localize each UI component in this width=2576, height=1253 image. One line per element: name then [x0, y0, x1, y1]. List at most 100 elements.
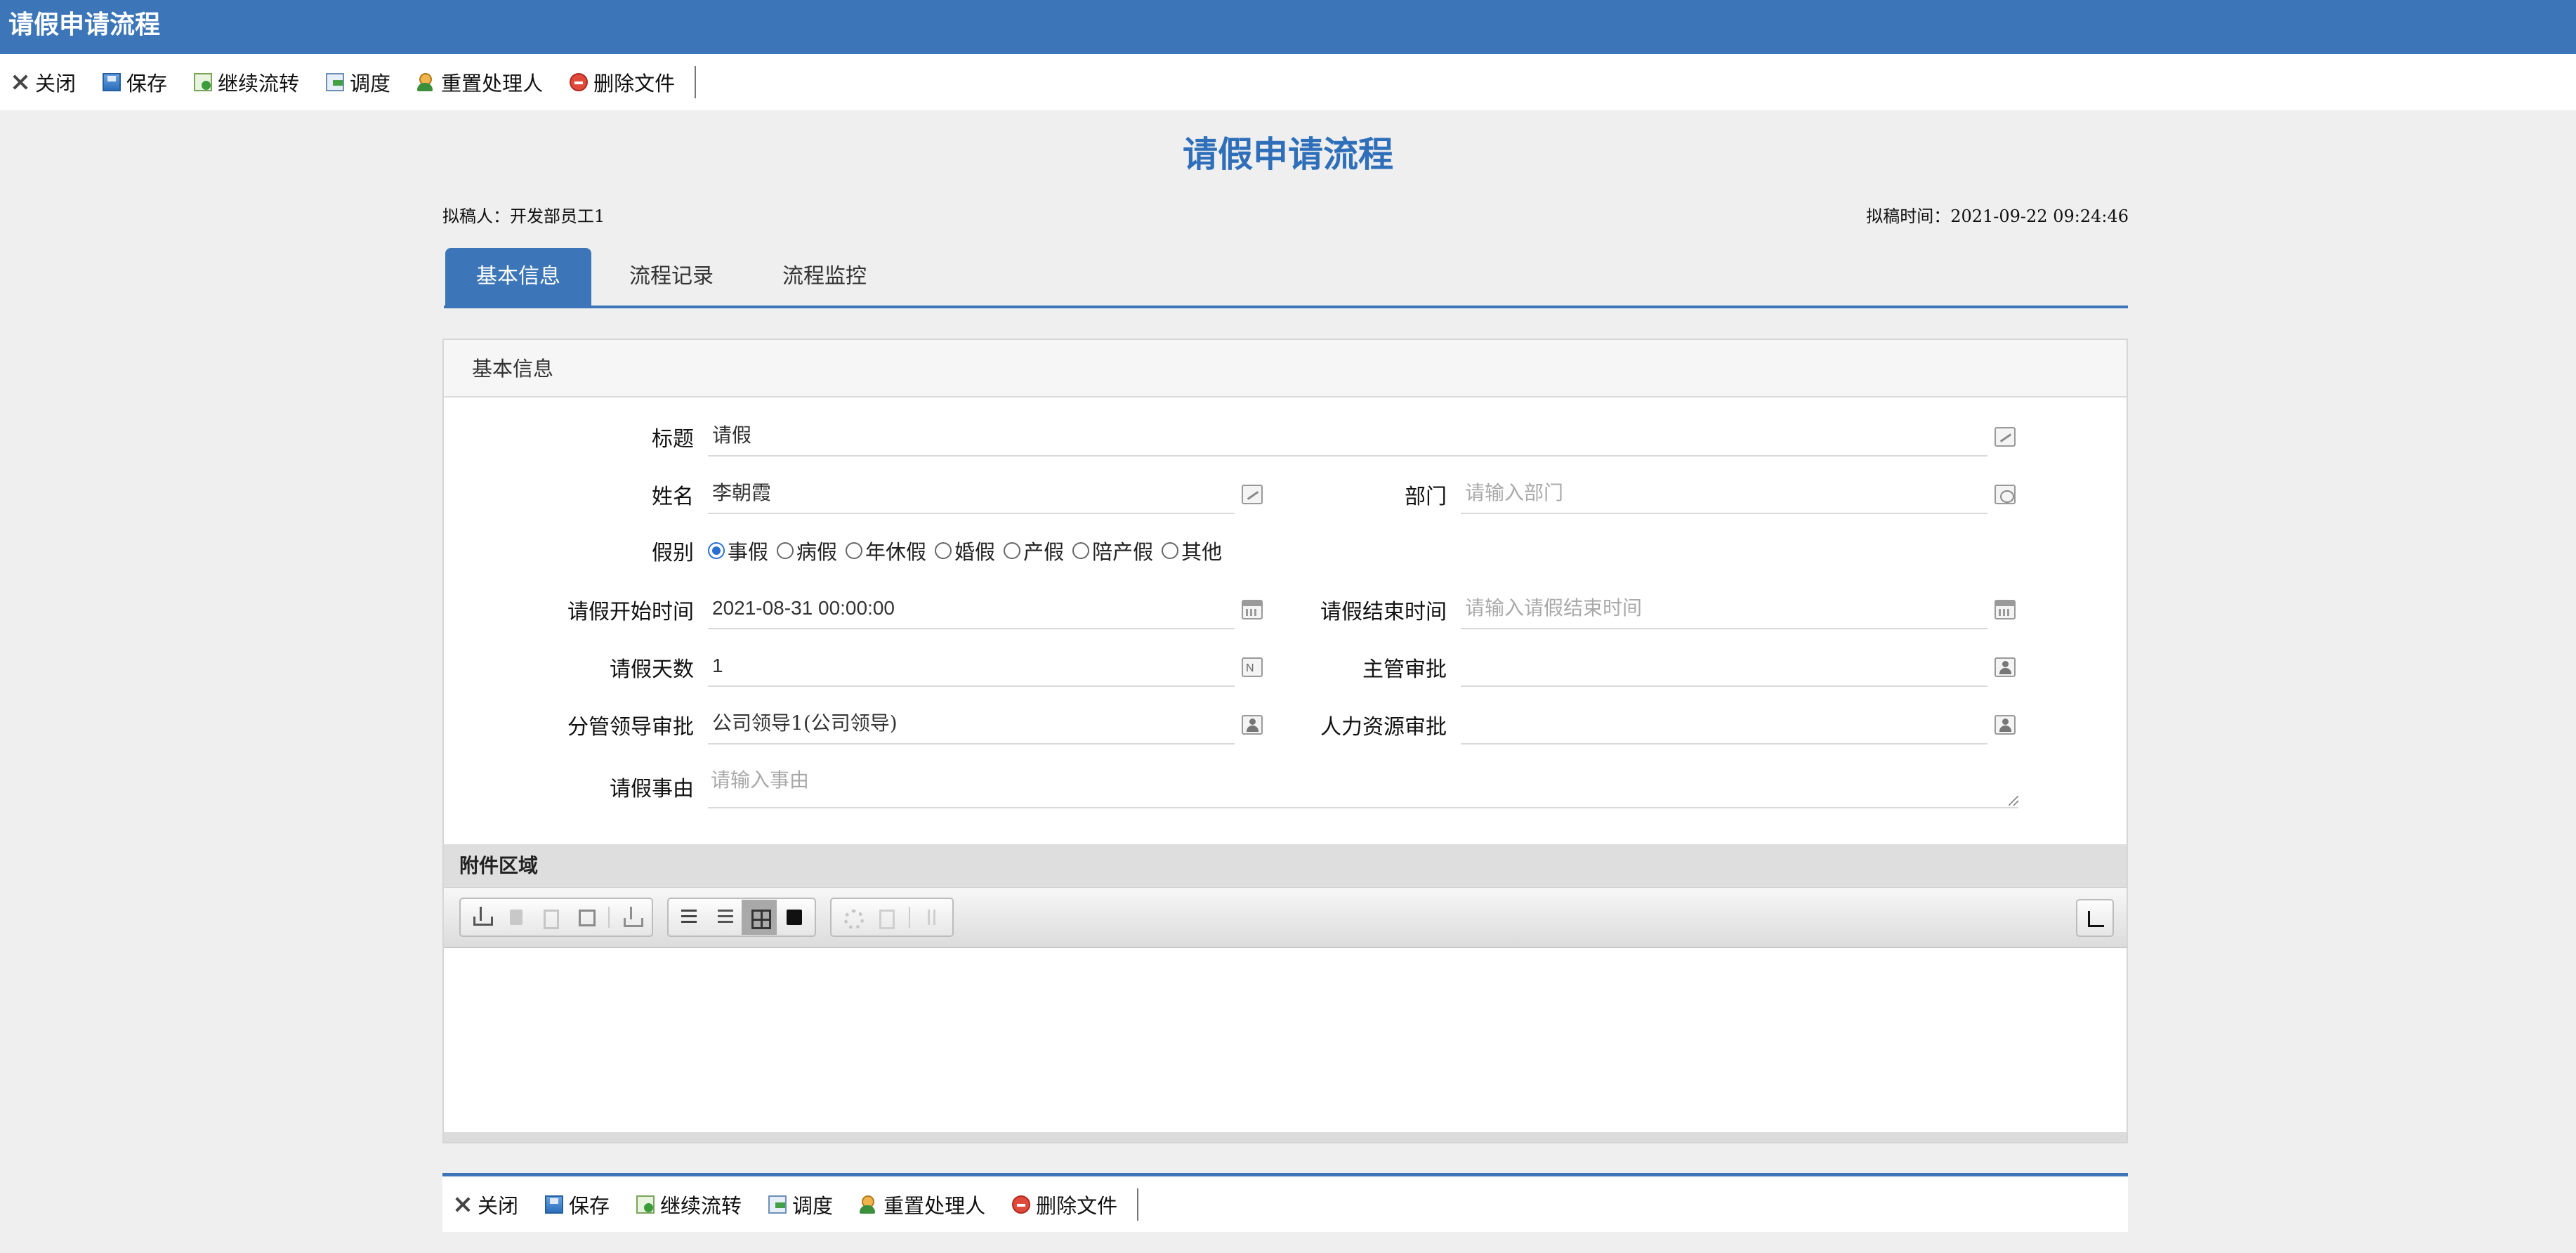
- radio-sick-leave[interactable]: 病假: [777, 536, 837, 565]
- continue-flow-label: 继续流转: [218, 72, 300, 96]
- reset-handler-button[interactable]: 重置处理人: [417, 67, 543, 97]
- continue-flow-button[interactable]: 继续流转: [194, 67, 299, 97]
- top-toolbar: 关闭 保存 继续流转 调度 重置处理人 删除文件: [0, 54, 2576, 110]
- attachment-toolbar: [444, 888, 2127, 948]
- trash-icon[interactable]: [499, 900, 534, 935]
- radio-other-leave[interactable]: 其他: [1162, 536, 1222, 565]
- delete-icon: [1012, 1195, 1031, 1214]
- expand-icon[interactable]: [2076, 899, 2114, 937]
- name-value: 李朝霞: [712, 481, 772, 504]
- dispatch-icon: [326, 73, 345, 91]
- save-icon: [103, 73, 121, 91]
- subject-label: 标题: [652, 427, 694, 452]
- download-icon[interactable]: [614, 900, 649, 935]
- radio-marriage-leave[interactable]: 婚假: [935, 536, 995, 565]
- close-button[interactable]: 关闭: [454, 1190, 518, 1219]
- attachment-list: [444, 948, 2127, 1132]
- toolbar-divider: [1137, 1188, 1139, 1221]
- document-icon[interactable]: [534, 900, 569, 935]
- hr-label: 人力资源审批: [1320, 715, 1447, 740]
- close-button[interactable]: 关闭: [11, 67, 76, 97]
- file-actions-group: [459, 898, 653, 937]
- dispatch-icon: [768, 1195, 787, 1214]
- number-icon[interactable]: [1242, 650, 1263, 687]
- radio-annual-leave[interactable]: 年休假: [846, 536, 926, 565]
- user-picker-icon[interactable]: [1242, 715, 1263, 735]
- list-view-icon[interactable]: [671, 900, 707, 935]
- image-view-icon[interactable]: [777, 900, 812, 935]
- department-picker-icon[interactable]: [1995, 485, 2016, 504]
- save-icon: [545, 1195, 564, 1214]
- save-label: 保存: [569, 1193, 610, 1218]
- tab-flow-monitor[interactable]: 流程监控: [751, 248, 898, 306]
- radio-maternity-leave[interactable]: 产假: [1004, 536, 1064, 565]
- leave-type-radio-group: 事假 病假 年休假 婚假 产假 陪产假 其他: [708, 536, 1230, 565]
- reset-handler-button[interactable]: 重置处理人: [860, 1190, 985, 1219]
- calendar-icon[interactable]: [1242, 600, 1263, 619]
- radio-label: 其他: [1181, 540, 1223, 564]
- save-label: 保存: [126, 72, 168, 96]
- delete-file-button[interactable]: 删除文件: [1012, 1190, 1117, 1219]
- radio-button[interactable]: [777, 542, 794, 559]
- start-time-field[interactable]: 2021-08-31 00:00:00: [708, 590, 1263, 629]
- reason-placeholder: 请输入事由: [711, 768, 810, 792]
- settings-group: [830, 898, 954, 937]
- view-mode-group: [667, 898, 816, 937]
- drafter-label: 拟稿人：: [442, 206, 510, 226]
- end-time-field[interactable]: 请输入请假结束时间: [1461, 590, 2016, 629]
- end-time-label: 请假结束时间: [1320, 600, 1447, 624]
- save-button[interactable]: 保存: [545, 1190, 610, 1219]
- calendar-icon[interactable]: [1995, 600, 2016, 619]
- supervisor-field[interactable]: [1461, 648, 2016, 687]
- bottom-toolbar: 关闭 保存 继续流转 调度 重置处理人 删除文件: [442, 1173, 2128, 1232]
- delete-file-label: 删除文件: [593, 72, 676, 96]
- tab-basic-info[interactable]: 基本信息: [445, 248, 591, 306]
- resize-handle-icon[interactable]: [2009, 796, 2018, 806]
- edit-icon[interactable]: [1995, 427, 2016, 447]
- radio-button[interactable]: [935, 542, 952, 559]
- radio-button[interactable]: [846, 542, 863, 559]
- continue-flow-label: 继续流转: [660, 1193, 742, 1218]
- radio-label: 事假: [728, 540, 769, 564]
- gear-icon[interactable]: [834, 900, 869, 935]
- dispatch-button[interactable]: 调度: [326, 67, 390, 97]
- sort-icon[interactable]: [914, 900, 949, 935]
- dispatch-button[interactable]: 调度: [768, 1190, 833, 1219]
- name-field[interactable]: 李朝霞: [708, 475, 1263, 514]
- radio-button[interactable]: [708, 542, 725, 559]
- reason-textarea[interactable]: 请输入事由: [708, 765, 2018, 808]
- tab-flow-records[interactable]: 流程记录: [598, 248, 744, 306]
- radio-button[interactable]: [1072, 542, 1090, 559]
- hr-field[interactable]: [1461, 705, 2016, 744]
- dispatch-label: 调度: [350, 72, 391, 96]
- close-label: 关闭: [35, 72, 77, 96]
- subject-field[interactable]: 请假: [708, 417, 2016, 457]
- detail-list-icon[interactable]: [707, 900, 742, 935]
- radio-button[interactable]: [1162, 542, 1179, 559]
- end-time-placeholder: 请输入请假结束时间: [1465, 596, 1643, 619]
- draft-time-value: 2021-09-22 09:24:46: [1950, 206, 2129, 226]
- days-row: 请假天数 1 主管审批: [444, 648, 2016, 687]
- edit-icon[interactable]: [1242, 485, 1263, 504]
- radio-button[interactable]: [1004, 542, 1021, 559]
- days-value: 1: [712, 655, 723, 676]
- leader-field[interactable]: 公司领导1(公司领导): [708, 705, 1263, 744]
- page-icon[interactable]: [869, 900, 905, 935]
- toolbar-divider: [695, 66, 697, 98]
- radio-paternity-leave[interactable]: 陪产假: [1072, 536, 1153, 565]
- grid-view-icon[interactable]: [742, 900, 777, 935]
- edit-file-icon[interactable]: [569, 900, 604, 935]
- user-picker-icon[interactable]: [1995, 657, 2016, 677]
- department-label: 部门: [1405, 485, 1447, 509]
- save-button[interactable]: 保存: [103, 67, 167, 97]
- days-field[interactable]: 1: [708, 648, 1263, 687]
- user-picker-icon[interactable]: [1995, 715, 2016, 735]
- tab-bar: 基本信息 流程记录 流程监控: [444, 248, 2128, 308]
- continue-flow-button[interactable]: 继续流转: [636, 1190, 742, 1219]
- radio-personal-leave[interactable]: 事假: [708, 536, 768, 565]
- leave-type-row: 假别 事假 病假 年休假 婚假 产假 陪产假 其他: [444, 535, 1230, 566]
- department-field[interactable]: 请输入部门: [1461, 475, 2016, 514]
- upload-icon[interactable]: [464, 900, 499, 935]
- delete-file-button[interactable]: 删除文件: [570, 67, 675, 97]
- attachment-area: 附件区域: [444, 844, 2127, 1143]
